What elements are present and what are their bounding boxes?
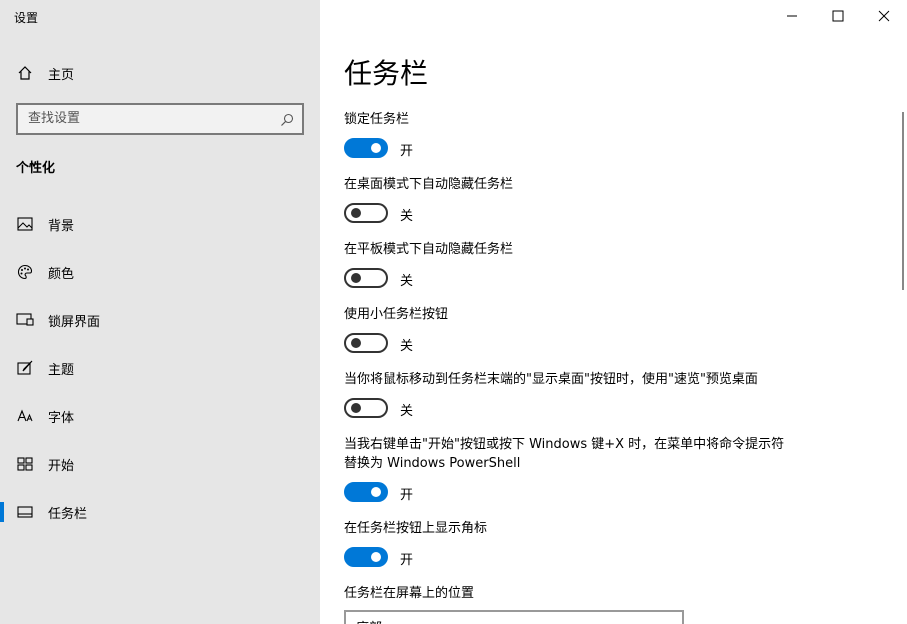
sidebar-item-label: 颜色 — [48, 266, 75, 282]
sidebar-item-start[interactable]: 开始 — [0, 444, 320, 484]
search-box[interactable] — [16, 103, 304, 135]
toggle-state: 开 — [400, 144, 414, 159]
toggle-knob — [351, 403, 361, 413]
peek-toggle[interactable] — [344, 398, 388, 418]
sidebar-item-taskbar[interactable]: 任务栏 — [0, 492, 320, 532]
close-button[interactable] — [861, 0, 907, 32]
sidebar-item-background[interactable]: 背景 — [0, 204, 320, 244]
toggle-knob — [371, 552, 381, 562]
sidebar-item-label: 背景 — [48, 218, 75, 234]
sidebar-item-colors[interactable]: 颜色 — [0, 252, 320, 292]
picture-icon — [16, 215, 34, 233]
toggle-state: 关 — [400, 209, 414, 224]
badges-toggle[interactable] — [344, 547, 388, 567]
taskbar-position-select[interactable]: 底部 — [344, 610, 684, 624]
theme-brush-icon — [16, 359, 34, 377]
autohide-tablet-toggle[interactable] — [344, 268, 388, 288]
toggle-state: 关 — [400, 339, 414, 354]
sidebar-item-lock-screen[interactable]: 锁屏界面 — [0, 300, 320, 340]
lock-screen-icon — [16, 311, 34, 329]
setting-label: 锁定任务栏 — [344, 112, 410, 127]
maximize-icon — [832, 7, 844, 26]
search-icon[interactable] — [280, 112, 294, 126]
font-icon — [16, 407, 34, 425]
toggle-knob — [351, 208, 361, 218]
close-icon — [878, 7, 890, 26]
sidebar-item-label: 锁屏界面 — [48, 314, 101, 330]
toggle-state: 关 — [400, 404, 414, 419]
sidebar-item-themes[interactable]: 主题 — [0, 348, 320, 388]
section-title: 个性化 — [16, 161, 56, 176]
setting-label: 当你将鼠标移动到任务栏末端的"显示桌面"按钮时，使用"速览"预览桌面 — [344, 372, 758, 387]
sidebar-item-label: 任务栏 — [48, 506, 88, 522]
start-grid-icon — [16, 455, 34, 473]
setting-label: 在任务栏按钮上显示角标 — [344, 521, 488, 536]
maximize-button[interactable] — [815, 0, 861, 32]
page-title: 任务栏 — [344, 57, 429, 90]
setting-label: 在平板模式下自动隐藏任务栏 — [344, 242, 514, 257]
sidebar: 设置 主页 个性化 背景 颜色 锁屏界面 主题 — [0, 0, 320, 624]
toggle-state: 关 — [400, 274, 414, 289]
sidebar-item-label: 字体 — [48, 410, 75, 426]
toggle-knob — [351, 338, 361, 348]
sidebar-item-label: 主题 — [48, 362, 75, 378]
chevron-down-icon — [662, 620, 674, 624]
sidebar-item-fonts[interactable]: 字体 — [0, 396, 320, 436]
lock-taskbar-toggle[interactable] — [344, 138, 388, 158]
setting-label: 在桌面模式下自动隐藏任务栏 — [344, 177, 514, 192]
sidebar-item-home[interactable]: 主页 — [0, 58, 320, 88]
app-title: 设置 — [14, 11, 39, 25]
autohide-desktop-toggle[interactable] — [344, 203, 388, 223]
powershell-toggle[interactable] — [344, 482, 388, 502]
setting-label: 当我右键单击"开始"按钮或按下 Windows 键+X 时，在菜单中将命令提示符… — [344, 437, 785, 471]
position-label: 任务栏在屏幕上的位置 — [344, 586, 475, 601]
toggle-state: 开 — [400, 553, 414, 568]
scrollbar[interactable] — [902, 112, 904, 290]
toggle-knob — [371, 143, 381, 153]
home-icon — [16, 64, 34, 82]
taskbar-icon — [16, 503, 34, 521]
sidebar-item-label: 开始 — [48, 458, 75, 474]
setting-label: 使用小任务栏按钮 — [344, 307, 449, 322]
toggle-knob — [371, 487, 381, 497]
toggle-state: 开 — [400, 488, 414, 503]
minimize-icon — [786, 7, 798, 26]
minimize-button[interactable] — [769, 0, 815, 32]
palette-icon — [16, 263, 34, 281]
toggle-knob — [351, 273, 361, 283]
home-label: 主页 — [48, 67, 75, 83]
dropdown-value: 底部 — [356, 617, 382, 624]
small-buttons-toggle[interactable] — [344, 333, 388, 353]
search-input[interactable] — [28, 111, 268, 126]
